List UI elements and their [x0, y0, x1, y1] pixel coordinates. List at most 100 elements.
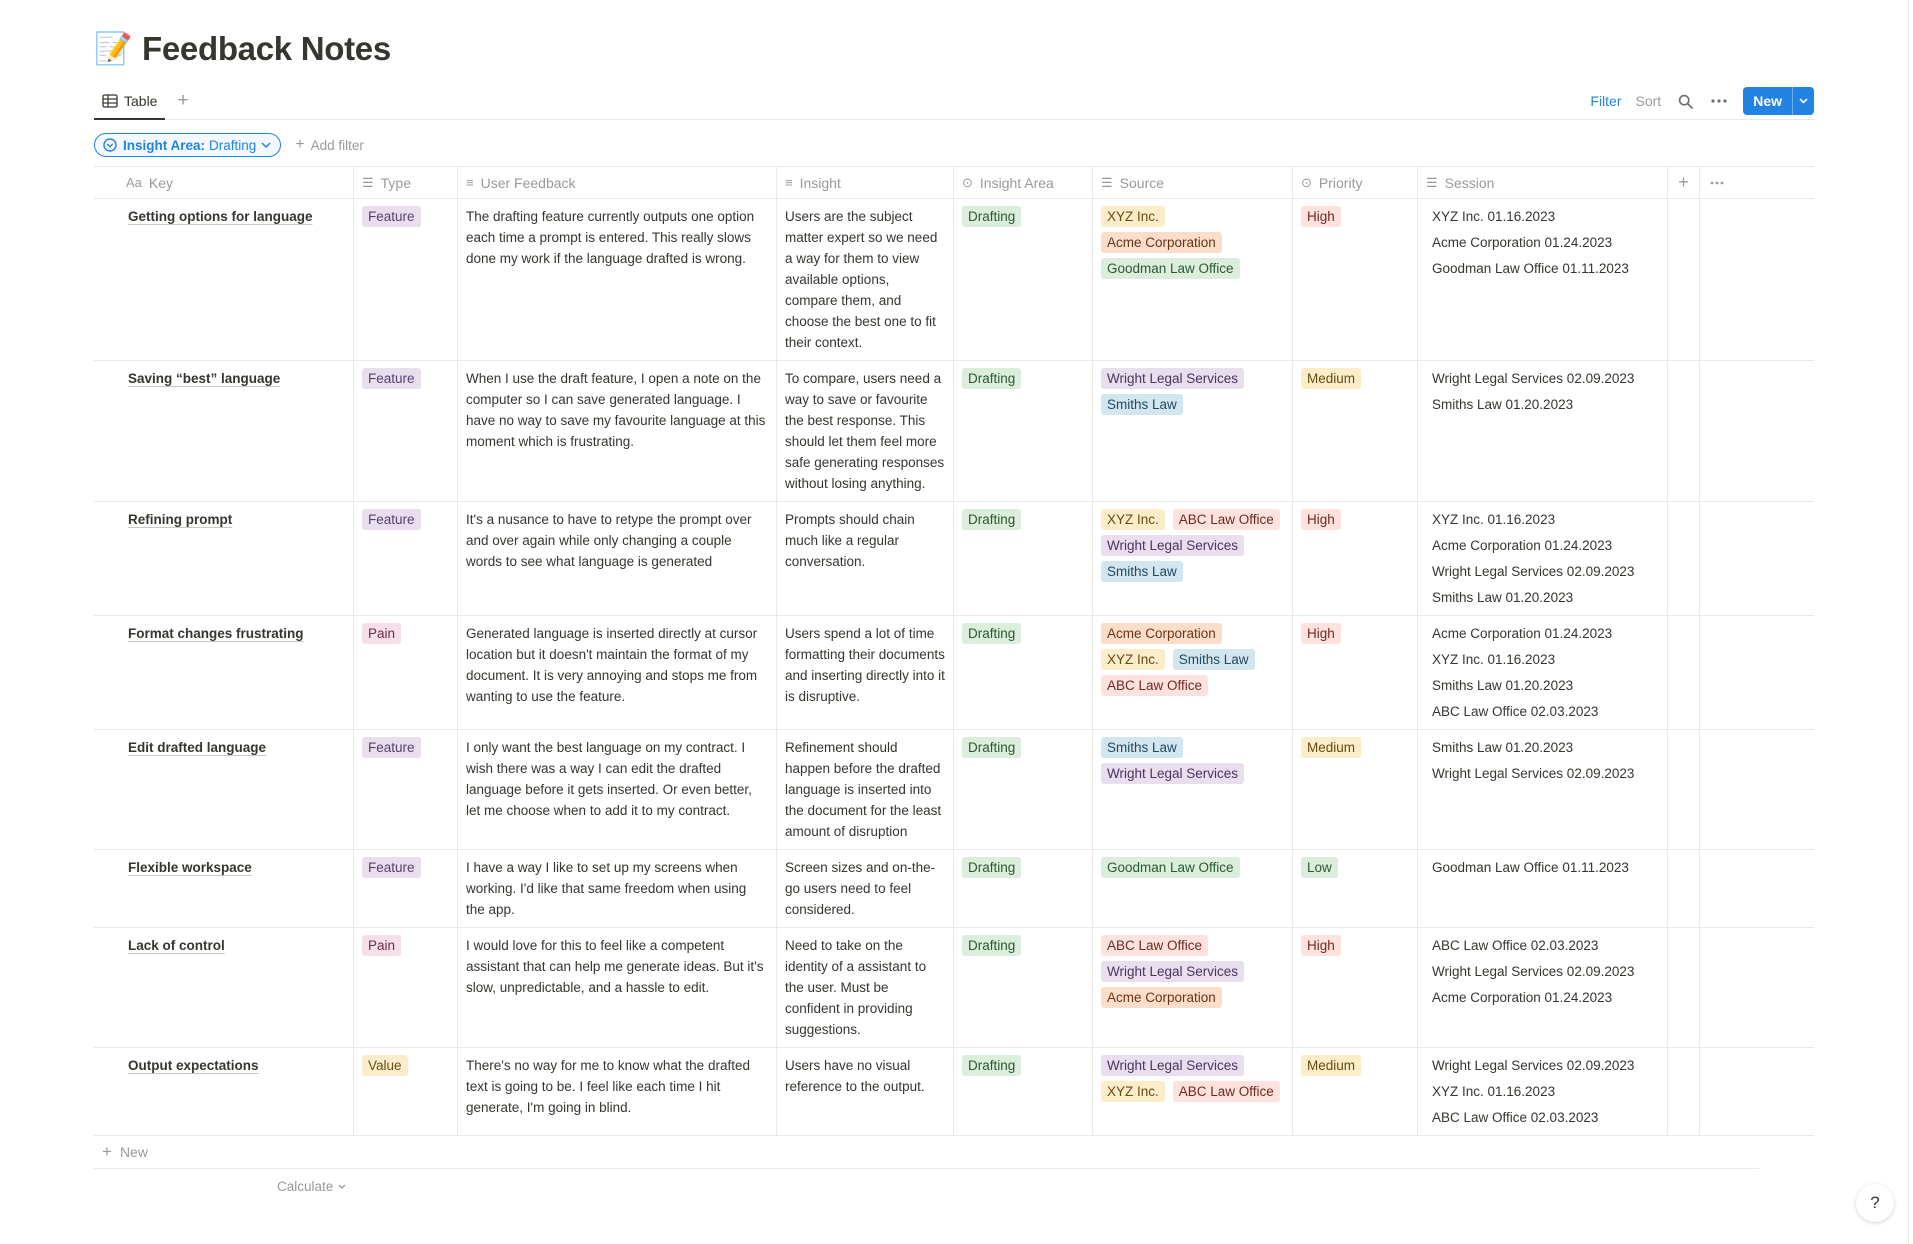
cell-key[interactable]: Edit drafted language [94, 730, 354, 849]
cell-key[interactable]: Format changes frustrating [94, 616, 354, 729]
source-tag[interactable]: Goodman Law Office [1101, 258, 1240, 279]
session-tag[interactable]: Wright Legal Services 02.09.2023 [1426, 763, 1640, 784]
session-tag[interactable]: XYZ Inc. 01.16.2023 [1426, 206, 1561, 227]
cell-priority[interactable]: Medium [1293, 730, 1418, 849]
session-tag[interactable]: Smiths Law 01.20.2023 [1426, 737, 1579, 758]
cell-type[interactable]: Feature [354, 502, 458, 615]
cell-priority[interactable]: Medium [1293, 1048, 1418, 1135]
page-emoji-icon[interactable]: 📝 [94, 31, 133, 67]
cell-priority[interactable]: Low [1293, 850, 1418, 927]
column-header-source[interactable]: ☰ Source [1093, 167, 1293, 198]
row-title-link[interactable]: Edit drafted language [102, 737, 266, 758]
cell-user-feedback[interactable]: When I use the draft feature, I open a n… [458, 361, 777, 501]
priority-tag[interactable]: High [1301, 509, 1341, 530]
row-title-link[interactable]: Flexible workspace [102, 857, 252, 878]
session-tag[interactable]: Wright Legal Services 02.09.2023 [1426, 561, 1640, 582]
priority-tag[interactable]: High [1301, 623, 1341, 644]
cell-type[interactable]: Feature [354, 850, 458, 927]
source-tag[interactable]: Smiths Law [1172, 649, 1255, 670]
priority-tag[interactable]: Low [1301, 857, 1338, 878]
cell-user-feedback[interactable]: I would love for this to feel like a com… [458, 928, 777, 1047]
cell-priority[interactable]: High [1293, 199, 1418, 360]
column-header-session[interactable]: ☰ Session [1418, 167, 1668, 198]
cell-source[interactable]: Smiths Law Wright Legal Services [1093, 730, 1293, 849]
session-tag[interactable]: Smiths Law 01.20.2023 [1426, 587, 1579, 608]
cell-insight[interactable]: Users have no visual reference to the ou… [777, 1048, 954, 1135]
column-header-type[interactable]: ☰ Type [354, 167, 458, 198]
cell-key[interactable]: Saving “best” language [94, 361, 354, 501]
source-tag[interactable]: ABC Law Office [1172, 509, 1280, 530]
source-tag[interactable]: Wright Legal Services [1101, 535, 1245, 556]
type-tag[interactable]: Feature [362, 857, 421, 878]
type-tag[interactable]: Pain [362, 623, 402, 644]
session-tag[interactable]: ABC Law Office 02.03.2023 [1426, 935, 1604, 956]
help-button[interactable]: ? [1856, 1184, 1894, 1222]
cell-session[interactable]: XYZ Inc. 01.16.2023 Acme Corporation 01.2… [1418, 199, 1668, 360]
source-tag[interactable]: ABC Law Office [1172, 1081, 1280, 1102]
cell-source[interactable]: ABC Law Office Wright Legal Services Acme … [1093, 928, 1293, 1047]
page-title[interactable]: Feedback Notes [142, 30, 391, 68]
session-tag[interactable]: Goodman Law Office 01.11.2023 [1426, 857, 1635, 878]
row-title-link[interactable]: Format changes frustrating [102, 623, 304, 644]
add-view-plus-icon[interactable]: + [172, 90, 194, 112]
column-more-options-icon[interactable] [1700, 167, 1814, 198]
search-icon[interactable] [1675, 91, 1695, 111]
cell-user-feedback[interactable]: I only want the best language on my cont… [458, 730, 777, 849]
source-tag[interactable]: XYZ Inc. [1101, 509, 1165, 530]
priority-tag[interactable]: High [1301, 206, 1341, 227]
session-tag[interactable]: ABC Law Office 02.03.2023 [1426, 701, 1604, 722]
cell-user-feedback[interactable]: There's no way for me to know what the d… [458, 1048, 777, 1135]
session-tag[interactable]: ABC Law Office 02.03.2023 [1426, 1107, 1604, 1128]
cell-insight[interactable]: Screen sizes and on-the-go users need to… [777, 850, 954, 927]
cell-source[interactable]: Wright Legal Services XYZ Inc. ABC Law Off… [1093, 1048, 1293, 1135]
cell-priority[interactable]: High [1293, 502, 1418, 615]
cell-type[interactable]: Value [354, 1048, 458, 1135]
priority-tag[interactable]: Medium [1301, 1055, 1362, 1076]
cell-session[interactable]: Wright Legal Services 02.09.2023 Smiths L… [1418, 361, 1668, 501]
new-button-label[interactable]: New [1743, 87, 1792, 115]
session-tag[interactable]: Wright Legal Services 02.09.2023 [1426, 1055, 1640, 1076]
source-tag[interactable]: XYZ Inc. [1101, 649, 1165, 670]
source-tag[interactable]: Smiths Law [1101, 561, 1183, 582]
cell-type[interactable]: Pain [354, 928, 458, 1047]
cell-insight-area[interactable]: Drafting [954, 1048, 1093, 1135]
cell-type[interactable]: Pain [354, 616, 458, 729]
insight-area-tag[interactable]: Drafting [962, 857, 1022, 878]
insight-area-tag[interactable]: Drafting [962, 368, 1022, 389]
source-tag[interactable]: Wright Legal Services [1101, 961, 1245, 982]
cell-key[interactable]: Flexible workspace [94, 850, 354, 927]
cell-source[interactable]: Wright Legal Services Smiths Law [1093, 361, 1293, 501]
cell-session[interactable]: Acme Corporation 01.24.2023 XYZ Inc. 01.1… [1418, 616, 1668, 729]
session-tag[interactable]: Acme Corporation 01.24.2023 [1426, 232, 1618, 253]
scrollbar[interactable] [1908, 0, 1909, 1244]
insight-area-tag[interactable]: Drafting [962, 623, 1022, 644]
tab-table[interactable]: Table [94, 84, 166, 120]
insight-area-tag[interactable]: Drafting [962, 509, 1022, 530]
cell-priority[interactable]: High [1293, 616, 1418, 729]
cell-insight[interactable]: Users are the subject matter expert so w… [777, 199, 954, 360]
cell-type[interactable]: Feature [354, 730, 458, 849]
type-tag[interactable]: Feature [362, 368, 421, 389]
more-options-icon[interactable] [1709, 91, 1729, 111]
priority-tag[interactable]: Medium [1301, 737, 1362, 758]
insight-area-tag[interactable]: Drafting [962, 206, 1022, 227]
priority-tag[interactable]: High [1301, 935, 1341, 956]
cell-user-feedback[interactable]: It's a nusance to have to retype the pro… [458, 502, 777, 615]
cell-insight[interactable]: Need to take on the identity of a assist… [777, 928, 954, 1047]
cell-insight-area[interactable]: Drafting [954, 616, 1093, 729]
type-tag[interactable]: Feature [362, 206, 421, 227]
session-tag[interactable]: Wright Legal Services 02.09.2023 [1426, 961, 1640, 982]
session-tag[interactable]: XYZ Inc. 01.16.2023 [1426, 649, 1561, 670]
filter-button[interactable]: Filter [1590, 93, 1621, 109]
cell-key[interactable]: Output expectations [94, 1048, 354, 1135]
source-tag[interactable]: Smiths Law [1101, 394, 1183, 415]
source-tag[interactable]: Wright Legal Services [1101, 368, 1245, 389]
session-tag[interactable]: Wright Legal Services 02.09.2023 [1426, 368, 1640, 389]
new-button[interactable]: New [1743, 87, 1814, 115]
type-tag[interactable]: Pain [362, 935, 402, 956]
type-tag[interactable]: Feature [362, 737, 421, 758]
cell-session[interactable]: ABC Law Office 02.03.2023 Wright Legal Se… [1418, 928, 1668, 1047]
source-tag[interactable]: ABC Law Office [1101, 675, 1209, 696]
row-title-link[interactable]: Lack of control [102, 935, 225, 956]
session-tag[interactable]: Acme Corporation 01.24.2023 [1426, 535, 1618, 556]
